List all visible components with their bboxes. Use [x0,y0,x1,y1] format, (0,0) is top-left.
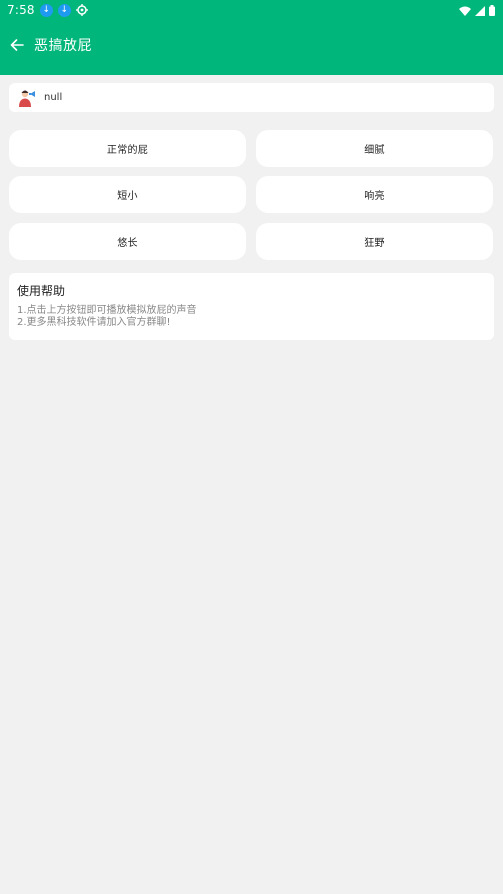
info-text: null [44,92,63,103]
app-bar: 7:58 ↓ ↓ 恶搞放屁 [0,0,503,75]
sound-button-delicate[interactable]: 细腻 [256,130,493,167]
sound-button-short[interactable]: 短小 [9,176,246,213]
person-avatar-icon [17,88,36,108]
sound-button-long[interactable]: 悠长 [9,223,246,260]
help-line: 2.更多黑科技软件请加入官方群聊! [17,317,171,328]
toolbar: 恶搞放屁 [0,28,503,62]
settings-gear-icon [76,4,89,17]
wifi-icon [459,1,471,20]
sound-button-normal[interactable]: 正常的屁 [9,130,246,167]
info-card: null [9,83,494,112]
download-icon: ↓ [57,3,71,17]
back-arrow-icon[interactable] [8,36,26,54]
status-left: 7:58 ↓ ↓ [7,3,89,17]
help-line: 1.点击上方按钮即可播放模拟放屁的声音 [17,305,197,316]
status-time: 7:58 [7,3,35,17]
download-icon: ↓ [39,3,53,17]
help-card: 使用帮助 1.点击上方按钮即可播放模拟放屁的声音 2.更多黑科技软件请加入官方群… [9,273,494,340]
help-title: 使用帮助 [17,284,66,298]
status-bar: 7:58 ↓ ↓ [0,0,503,20]
sound-button-wild[interactable]: 狂野 [256,223,493,260]
cell-signal-icon [475,1,485,20]
status-right [459,1,495,20]
sound-button-loud[interactable]: 响亮 [256,176,493,213]
battery-icon [489,1,495,20]
page-title: 恶搞放屁 [34,38,92,54]
